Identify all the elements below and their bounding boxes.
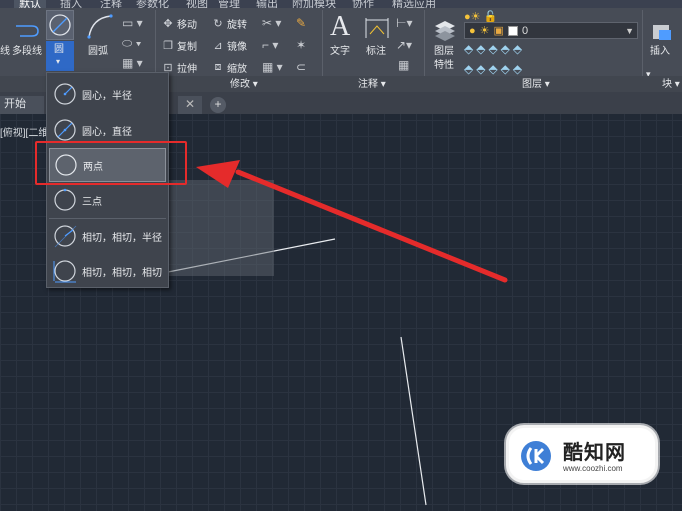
watermark-badge: 酷知网 www.coozhi.com [506, 425, 658, 483]
autocad-screen: 默认 插入 注释 参数化 视图 管理 输出 附加模块 协作 精选应用 线 多段线… [0, 0, 682, 511]
coozhi-logo-icon [521, 441, 551, 471]
watermark-url: www.coozhi.com [563, 464, 623, 473]
watermark-name: 酷知网 [563, 442, 626, 464]
